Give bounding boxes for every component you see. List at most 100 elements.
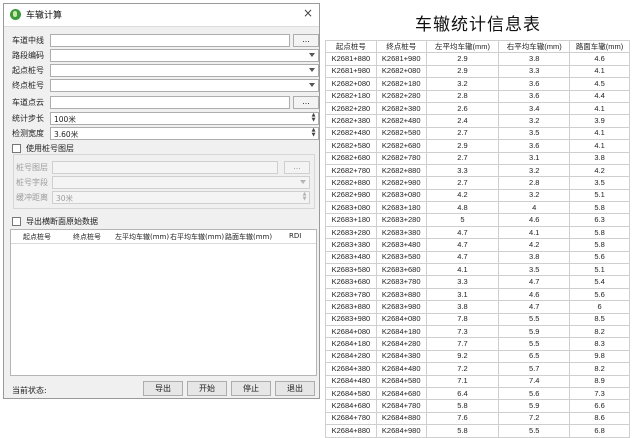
col-road-rut: 路面车辙(mm) — [569, 39, 630, 54]
table-cell: 3.8 — [498, 52, 571, 66]
start-button[interactable]: 开始 — [187, 381, 227, 396]
list-col-road-rut[interactable]: 路面车辙(mm) — [225, 232, 272, 242]
table-cell: 6.8 — [569, 424, 630, 438]
table-cell: K2682+180 — [325, 89, 377, 103]
spin-arrows-icon[interactable]: ▲ ▼ — [310, 113, 317, 124]
lane-points-browse-button[interactable]: ... — [293, 96, 319, 109]
table-cell: K2684+280 — [375, 337, 427, 351]
app-icon — [10, 9, 21, 20]
table-cell: 5.8 — [569, 225, 630, 240]
spin-arrows-icon[interactable]: ▲ ▼ — [310, 128, 317, 139]
section-code-row: 路段编码 — [10, 49, 319, 63]
lane-points-input[interactable] — [50, 96, 290, 109]
list-col-rdi[interactable]: RDI — [289, 232, 301, 240]
table-row: K2681+880 K2681+980 2.9 3.8 4.6 — [325, 52, 630, 66]
table-cell: K2684+480 — [375, 362, 427, 376]
table-cell: K2682+080 — [375, 64, 427, 79]
table-cell: 2.7 — [425, 126, 500, 141]
table-cell: 3.5 — [569, 176, 630, 190]
table-cell: 2.8 — [498, 176, 571, 190]
table-row: K2683+580 K2683+680 4.1 3.5 5.1 — [325, 263, 630, 277]
end-stake-select[interactable] — [50, 79, 319, 92]
table-cell: K2683+280 — [325, 225, 377, 240]
list-col-right-rut[interactable]: 右平均车辙(mm) — [170, 232, 224, 242]
table-cell: K2683+680 — [375, 263, 427, 277]
col-end-stake: 终点桩号 — [375, 39, 427, 54]
table-cell: 3.2 — [498, 163, 571, 178]
table-cell: K2682+680 — [375, 139, 427, 153]
list-col-end[interactable]: 终点桩号 — [73, 232, 101, 242]
col-left-rut: 左平均车辙(mm) — [425, 39, 500, 54]
table-cell: K2682+180 — [375, 77, 427, 91]
table-row: K2682+680 K2682+780 2.7 3.1 3.8 — [325, 151, 630, 165]
table-cell: 4.1 — [569, 126, 630, 141]
table-cell: K2682+980 — [325, 188, 377, 203]
table-cell: K2683+580 — [325, 263, 377, 277]
table-title: 车辙统计信息表 — [415, 15, 541, 35]
table-cell: K2683+880 — [375, 287, 427, 302]
table-cell: 8.5 — [569, 312, 630, 327]
detect-width-spinbox[interactable]: 3.60米 ▲ ▼ — [50, 127, 319, 140]
table-cell: 4.2 — [425, 188, 500, 203]
table-row: K2683+980 K2684+080 7.8 5.5 8.5 — [325, 312, 630, 327]
lane-line-input[interactable] — [50, 34, 290, 47]
table-cell: K2682+280 — [325, 101, 377, 116]
table-cell: 3.6 — [498, 77, 571, 91]
table-cell: 8.2 — [569, 324, 630, 339]
lane-points-row: 车道点云 ... — [10, 96, 319, 110]
table-cell: 8.6 — [569, 411, 630, 426]
table-cell: K2684+580 — [325, 386, 377, 401]
table-row: K2684+080 K2684+180 7.3 5.9 8.2 — [325, 324, 630, 339]
table-row: K2684+680 K2684+780 5.8 5.9 6.6 — [325, 399, 630, 413]
col-start-stake: 起点桩号 — [325, 39, 377, 54]
table-row: K2682+180 K2682+280 2.8 3.6 4.4 — [325, 89, 630, 103]
exit-button[interactable]: 退出 — [275, 381, 315, 396]
detect-width-label: 检测宽度 — [12, 129, 44, 138]
close-icon[interactable]: × — [303, 6, 313, 20]
table-cell: K2682+780 — [325, 163, 377, 178]
table-body: K2681+880 K2681+980 2.9 3.8 4.6 K2681+980 K268… — [325, 52, 630, 438]
table-cell: 3.3 — [425, 275, 500, 289]
table-cell: K2682+080 — [325, 77, 377, 91]
start-stake-select[interactable] — [50, 64, 319, 77]
table-row: K2683+380 K2683+480 4.7 4.2 5.8 — [325, 238, 630, 252]
table-cell: K2684+680 — [375, 386, 427, 401]
table-cell: K2683+280 — [375, 213, 427, 227]
table-cell: K2681+880 — [325, 52, 377, 66]
table-cell: K2683+080 — [325, 201, 377, 215]
results-list[interactable]: 起点桩号 终点桩号 左平均车辙(mm) 右平均车辙(mm) 路面车辙(mm) R… — [10, 229, 317, 376]
stop-button[interactable]: 停止 — [231, 381, 271, 396]
export-raw-checkbox[interactable] — [12, 217, 21, 226]
table-cell: 8.3 — [569, 337, 630, 351]
table-cell: 4.7 — [425, 250, 500, 265]
table-cell: 9.2 — [425, 349, 500, 364]
table-cell: K2683+380 — [325, 238, 377, 252]
list-col-start[interactable]: 起点桩号 — [23, 232, 51, 242]
table-cell: K2682+580 — [325, 139, 377, 153]
table-row: K2683+080 K2683+180 4.8 4 5.8 — [325, 201, 630, 215]
export-button[interactable]: 导出 — [143, 381, 183, 396]
table-cell: 3.6 — [498, 89, 571, 103]
table-row: K2682+580 K2682+680 2.9 3.6 4.1 — [325, 139, 630, 153]
lane-points-label: 车道点云 — [12, 98, 44, 107]
chevron-down-icon — [309, 68, 315, 72]
table-cell: 4.7 — [425, 225, 500, 240]
stake-field-label: 桩号字段 — [16, 178, 48, 187]
table-cell: K2683+180 — [325, 213, 377, 227]
use-stake-layer-checkbox[interactable] — [12, 144, 21, 153]
lane-line-browse-button[interactable]: ... — [293, 34, 319, 47]
section-code-select[interactable] — [50, 49, 319, 62]
table-cell: K2684+780 — [375, 399, 427, 413]
table-cell: 4.1 — [425, 263, 500, 277]
table-cell: 3.1 — [498, 151, 571, 165]
table-cell: 7.2 — [498, 411, 571, 426]
table-cell: 2.9 — [425, 64, 500, 79]
detect-width-row: 检测宽度 3.60米 ▲ ▼ — [10, 127, 319, 141]
stat-step-spinbox[interactable]: 100米 ▲ ▼ — [50, 112, 319, 125]
list-col-left-rut[interactable]: 左平均车辙(mm) — [115, 232, 169, 242]
table-cell: K2684+380 — [375, 349, 427, 364]
table-cell: 5.9 — [498, 324, 571, 339]
table-cell: 4.8 — [425, 201, 500, 215]
results-list-header: 起点桩号 终点桩号 左平均车辙(mm) 右平均车辙(mm) 路面车辙(mm) R… — [11, 230, 316, 244]
table-cell: K2684+580 — [375, 374, 427, 388]
